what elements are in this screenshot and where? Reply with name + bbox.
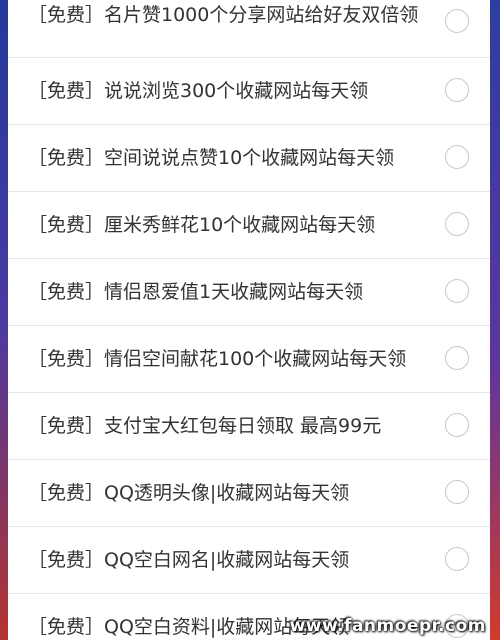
- list-item[interactable]: ［免费］情侣空间献花100个收藏网站每天领: [8, 326, 490, 393]
- radio-button[interactable]: [445, 78, 469, 102]
- radio-button[interactable]: [445, 279, 469, 303]
- watermark: www.fanmoepr.com: [289, 616, 486, 636]
- radio-button[interactable]: [445, 480, 469, 504]
- list-item[interactable]: ［免费］空间说说点赞10个收藏网站每天领: [8, 125, 490, 192]
- list-item[interactable]: ［免费］情侣恩爱值1天收藏网站每天领: [8, 259, 490, 326]
- radio-button[interactable]: [445, 346, 469, 370]
- list-item[interactable]: ［免费］说说浏览300个收藏网站每天领: [8, 58, 490, 125]
- list-item[interactable]: ［免费］厘米秀鲜花10个收藏网站每天领: [8, 192, 490, 259]
- radio-button[interactable]: [445, 547, 469, 571]
- service-list: ［免费］名片赞1000个分享网站给好友双倍领 ［免费］说说浏览300个收藏网站每…: [8, 0, 490, 640]
- item-label: ［免费］QQ空白网名|收藏网站每天领: [28, 549, 350, 571]
- background-left: [0, 0, 8, 640]
- radio-button[interactable]: [445, 413, 469, 437]
- options-panel: ［免费］名片赞1000个分享网站给好友双倍领 ［免费］说说浏览300个收藏网站每…: [8, 0, 490, 640]
- list-item[interactable]: ［免费］支付宝大红包每日领取 最高99元: [8, 393, 490, 460]
- item-label: ［免费］厘米秀鲜花10个收藏网站每天领: [28, 214, 376, 236]
- item-label: ［免费］支付宝大红包每日领取 最高99元: [28, 415, 382, 437]
- radio-button[interactable]: [445, 212, 469, 236]
- item-label: ［免费］情侣恩爱值1天收藏网站每天领: [28, 281, 364, 303]
- background-right: [490, 0, 500, 640]
- item-label: ［免费］QQ透明头像|收藏网站每天领: [28, 482, 350, 504]
- list-item[interactable]: ［免费］QQ空白网名|收藏网站每天领: [8, 527, 490, 594]
- item-label: ［免费］空间说说点赞10个收藏网站每天领: [28, 147, 395, 169]
- radio-button[interactable]: [445, 9, 469, 33]
- list-item[interactable]: ［免费］QQ透明头像|收藏网站每天领: [8, 460, 490, 527]
- item-label: ［免费］说说浏览300个收藏网站每天领: [28, 80, 369, 102]
- radio-button[interactable]: [445, 145, 469, 169]
- item-label: ［免费］情侣空间献花100个收藏网站每天领: [28, 348, 407, 370]
- item-label: ［免费］名片赞1000个分享网站给好友双倍领: [28, 4, 419, 26]
- list-item[interactable]: ［免费］名片赞1000个分享网站给好友双倍领: [8, 0, 490, 58]
